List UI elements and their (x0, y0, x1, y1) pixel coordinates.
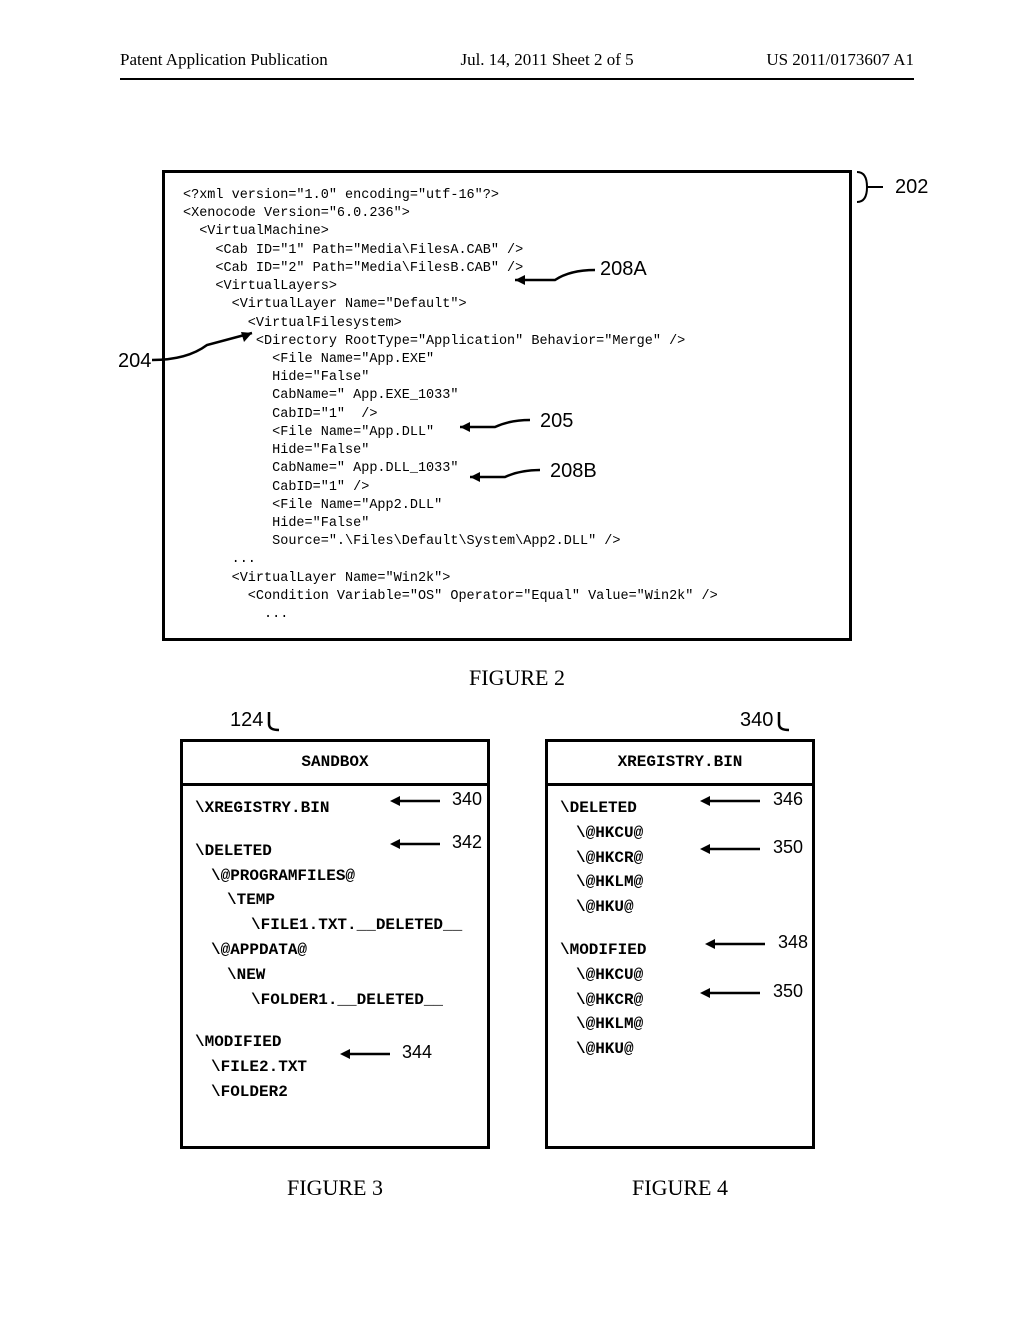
figure-4-caption: FIGURE 4 (545, 1175, 815, 1201)
label-342: 342 (452, 832, 482, 853)
f3-line: \TEMP (195, 888, 475, 913)
arrow-208a (510, 265, 600, 295)
label-202: 202 (895, 176, 928, 199)
f4-line: \@HKLM@ (560, 1012, 800, 1037)
f3-line: \FOLDER1.__DELETED__ (195, 988, 475, 1013)
label-340: 340 (452, 789, 482, 810)
label-208b: 208B (550, 460, 597, 483)
arrow-204 (147, 330, 257, 370)
label-208a: 208A (600, 258, 647, 281)
figure-3: 124 SANDBOX \XREGISTRY.BIN \DELETED \@PR… (180, 739, 490, 1149)
arrow-348 (700, 934, 770, 954)
f3-line: \@PROGRAMFILES@ (195, 864, 475, 889)
header-left: Patent Application Publication (120, 50, 328, 70)
arrow-350a (695, 839, 765, 859)
arrow-344 (335, 1044, 395, 1064)
f3-line: \NEW (195, 963, 475, 988)
label-350b: 350 (773, 981, 803, 1002)
header-right: US 2011/0173607 A1 (766, 50, 914, 70)
f3-line: \@APPDATA@ (195, 938, 475, 963)
page-header: Patent Application Publication Jul. 14, … (120, 50, 914, 80)
xml-code-box: <?xml version="1.0" encoding="utf-16"?> … (162, 170, 852, 641)
hook-icon (265, 710, 289, 732)
label-344: 344 (402, 1042, 432, 1063)
label-340-top: 340 (740, 709, 799, 732)
header-center: Jul. 14, 2011 Sheet 2 of 5 (460, 50, 633, 70)
f4-line: \@HKLM@ (560, 870, 800, 895)
arrow-346 (695, 791, 765, 811)
bracket-202 (855, 167, 895, 207)
label-124: 124 (230, 709, 289, 732)
figure-3-caption: FIGURE 3 (180, 1175, 490, 1201)
arrow-208b (465, 465, 545, 490)
label-350a: 350 (773, 837, 803, 858)
label-346: 346 (773, 789, 803, 810)
arrow-350b (695, 983, 765, 1003)
f3-line: \FILE1.TXT.__DELETED__ (195, 913, 475, 938)
figure-4: 340 XREGISTRY.BIN \DELETED \@HKCU@ \@HKC… (545, 739, 815, 1149)
xregistry-title: XREGISTRY.BIN (548, 742, 812, 786)
label-348: 348 (778, 932, 808, 953)
arrow-205 (455, 415, 535, 440)
hook-icon (775, 710, 799, 732)
f4-line: \@HKU@ (560, 1037, 800, 1062)
sandbox-title: SANDBOX (183, 742, 487, 786)
label-204: 204 (118, 350, 151, 373)
label-205: 205 (540, 410, 573, 433)
arrow-340 (385, 791, 445, 811)
arrow-342 (385, 834, 445, 854)
f4-line: \@HKU@ (560, 895, 800, 920)
figure-2-caption: FIGURE 2 (120, 665, 914, 691)
figure-2: <?xml version="1.0" encoding="utf-16"?> … (120, 170, 914, 691)
f3-line: \FOLDER2 (195, 1080, 475, 1105)
